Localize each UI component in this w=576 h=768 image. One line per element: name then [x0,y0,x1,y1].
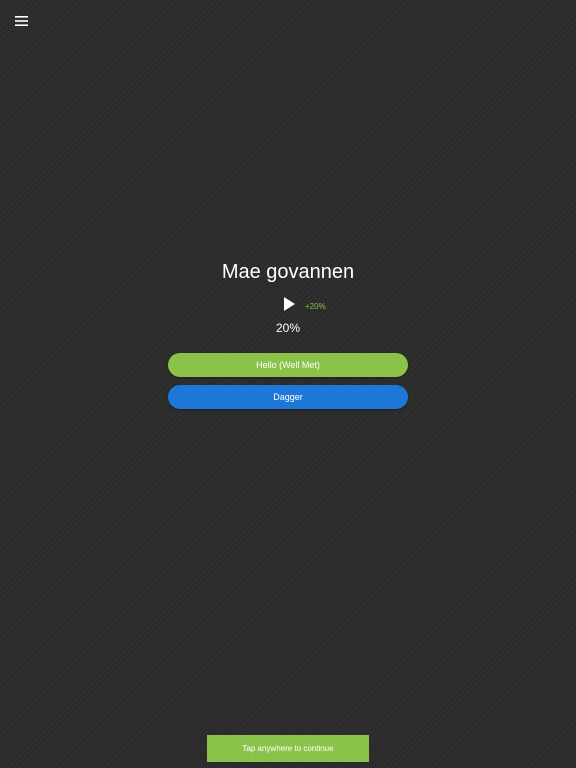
play-audio-button[interactable] [281,295,297,313]
continue-button[interactable]: Tap anywhere to continue [207,735,369,762]
audio-row: +20% [0,291,576,319]
play-icon [284,297,295,311]
hamburger-menu-icon [14,16,28,26]
progress-percent: 20% [275,321,301,335]
menu-button[interactable] [10,10,32,32]
answer-button-hello[interactable]: Hello (Well Met) [168,353,408,377]
flashcard: Mae govannen +20% 20% [0,258,576,336]
phrase-title: Mae govannen [221,261,355,283]
progress-gain-label: +20% [305,302,326,311]
answer-button-dagger[interactable]: Dagger [168,385,408,409]
